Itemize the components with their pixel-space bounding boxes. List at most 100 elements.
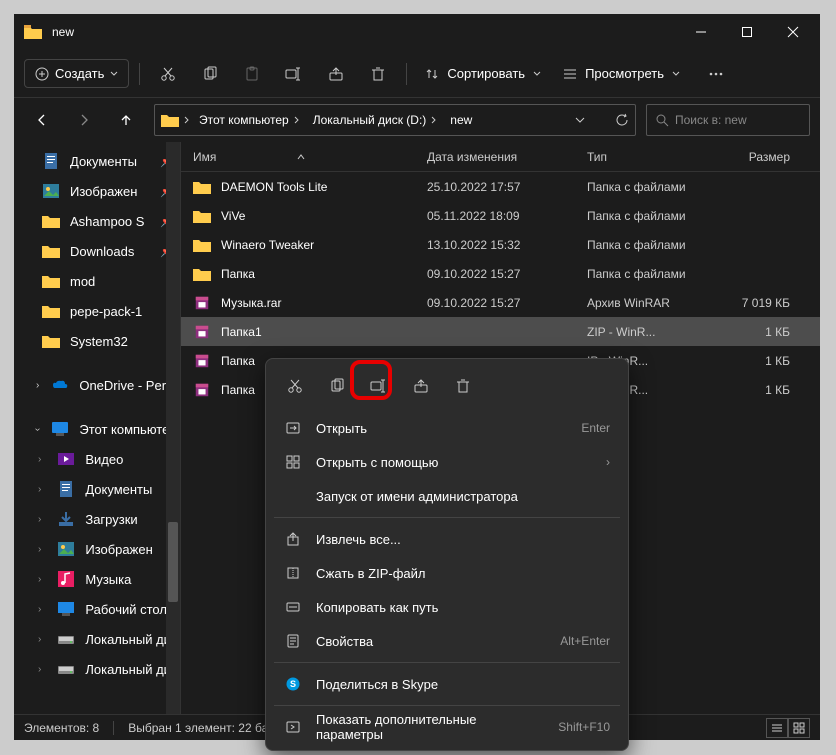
cut-button[interactable] <box>150 56 186 92</box>
sidebar-thispc[interactable]: ›Этот компьютер <box>14 414 180 444</box>
sidebar-scrollbar[interactable] <box>166 142 180 714</box>
sidebar-item[interactable]: Ashampoo S📌 <box>14 206 180 236</box>
scroll-thumb[interactable] <box>168 522 178 602</box>
ctx-more-options[interactable]: Показать дополнительные параметрыShift+F… <box>272 710 622 744</box>
thumbnails-view-button[interactable] <box>788 718 810 738</box>
paste-button[interactable] <box>234 56 270 92</box>
separator <box>139 63 140 85</box>
chevron-down-icon <box>110 70 118 78</box>
refresh-icon[interactable] <box>615 113 629 127</box>
ctx-extract[interactable]: Извлечь все... <box>272 522 622 556</box>
separator <box>274 517 620 518</box>
column-headers: Имя Дата изменения Тип Размер <box>181 142 820 172</box>
file-row[interactable]: Папка09.10.2022 15:27Папка с файлами <box>181 259 820 288</box>
separator <box>406 63 407 85</box>
chevron-down-icon <box>533 70 541 78</box>
copy-button[interactable] <box>192 56 228 92</box>
sidebar-item[interactable]: Изображен📌 <box>14 176 180 206</box>
minimize-button[interactable] <box>678 16 724 48</box>
extract-icon <box>284 530 302 548</box>
status-selected: Выбран 1 элемент: 22 байт <box>128 721 280 735</box>
search-input[interactable]: Поиск в: new <box>646 104 810 136</box>
titlebar: new <box>14 14 820 50</box>
open-with-icon <box>284 453 302 471</box>
breadcrumb-item[interactable]: new <box>446 111 476 129</box>
view-icon <box>563 67 577 81</box>
sidebar-item[interactable]: Downloads📌 <box>14 236 180 266</box>
sidebar-item[interactable]: pepe-pack-1 <box>14 296 180 326</box>
window-title: new <box>52 25 678 39</box>
search-placeholder: Поиск в: new <box>675 113 747 127</box>
ctx-compress[interactable]: Сжать в ZIP-файл <box>272 556 622 590</box>
view-label: Просмотреть <box>585 66 664 81</box>
sidebar-onedrive[interactable]: ›OneDrive - Perso <box>14 370 180 400</box>
sidebar-item[interactable]: ›Локальный ди <box>14 654 180 684</box>
file-row[interactable]: ViVe05.11.2022 18:09Папка с файлами <box>181 201 820 230</box>
details-view-button[interactable] <box>766 718 788 738</box>
separator <box>113 721 114 735</box>
breadcrumb-item[interactable]: Локальный диск (D:) <box>309 111 443 129</box>
sort-icon <box>425 67 439 81</box>
breadcrumb-item[interactable]: Этот компьютер <box>195 111 305 129</box>
header-date[interactable]: Дата изменения <box>427 150 587 164</box>
sort-label: Сортировать <box>447 66 525 81</box>
address-bar[interactable]: Этот компьютер Локальный диск (D:) new <box>154 104 636 136</box>
ellipsis-icon <box>708 66 724 82</box>
sort-button[interactable]: Сортировать <box>417 60 549 87</box>
create-label: Создать <box>55 66 104 81</box>
file-row[interactable]: Музыка.rar09.10.2022 15:27Архив WinRAR7 … <box>181 288 820 317</box>
sidebar-item[interactable]: ›Локальный ди <box>14 624 180 654</box>
file-row[interactable]: DAEMON Tools Lite25.10.2022 17:57Папка с… <box>181 172 820 201</box>
ctx-cut-button[interactable] <box>276 369 314 403</box>
sidebar-item[interactable]: ›Видео <box>14 444 180 474</box>
view-button[interactable]: Просмотреть <box>555 60 688 87</box>
ctx-share-button[interactable] <box>402 369 440 403</box>
share-button[interactable] <box>318 56 354 92</box>
create-button[interactable]: Создать <box>24 59 129 88</box>
ctx-properties[interactable]: СвойстваAlt+Enter <box>272 624 622 658</box>
file-row[interactable]: Winaero Tweaker13.10.2022 15:32Папка с ф… <box>181 230 820 259</box>
ctx-open-with[interactable]: Открыть с помощью› <box>272 445 622 479</box>
sort-up-icon <box>296 152 306 162</box>
separator <box>274 662 620 663</box>
header-type[interactable]: Тип <box>587 150 727 164</box>
sidebar-item[interactable]: ›Загрузки <box>14 504 180 534</box>
more-button[interactable] <box>698 56 734 92</box>
context-menu: ОткрытьEnter Открыть с помощью› Запуск о… <box>265 358 629 751</box>
properties-icon <box>284 632 302 650</box>
navigation-bar: Этот компьютер Локальный диск (D:) new П… <box>14 98 820 142</box>
sidebar-item[interactable]: mod <box>14 266 180 296</box>
sidebar-item[interactable]: ›Рабочий стол <box>14 594 180 624</box>
maximize-button[interactable] <box>724 16 770 48</box>
file-row[interactable]: Папка1ZIP - WinR...1 КБ <box>181 317 820 346</box>
ctx-skype[interactable]: SПоделиться в Skype <box>272 667 622 701</box>
sidebar-item[interactable]: ›Музыка <box>14 564 180 594</box>
folder-icon <box>24 25 42 39</box>
close-button[interactable] <box>770 16 816 48</box>
sidebar-item[interactable]: ›Изображен <box>14 534 180 564</box>
ctx-open[interactable]: ОткрытьEnter <box>272 411 622 445</box>
forward-button[interactable] <box>66 102 102 138</box>
header-size[interactable]: Размер <box>727 150 820 164</box>
ctx-run-admin[interactable]: Запуск от имени администратора <box>272 479 622 513</box>
plus-icon <box>35 67 49 81</box>
delete-button[interactable] <box>360 56 396 92</box>
up-button[interactable] <box>108 102 144 138</box>
rename-button[interactable] <box>276 56 312 92</box>
open-icon <box>284 419 302 437</box>
sidebar-item[interactable]: System32 <box>14 326 180 356</box>
sidebar-item[interactable]: Документы📌 <box>14 146 180 176</box>
skype-icon: S <box>284 675 302 693</box>
ctx-rename-button[interactable] <box>360 369 398 403</box>
ctx-copy-button[interactable] <box>318 369 356 403</box>
chevron-right-icon: › <box>606 455 610 469</box>
more-icon <box>284 718 302 736</box>
chevron-down-icon[interactable] <box>575 115 585 125</box>
folder-icon <box>161 113 179 127</box>
header-name[interactable]: Имя <box>181 150 427 164</box>
chevron-right-icon <box>183 116 191 124</box>
sidebar-item[interactable]: ›Документы <box>14 474 180 504</box>
ctx-delete-button[interactable] <box>444 369 482 403</box>
back-button[interactable] <box>24 102 60 138</box>
ctx-copy-path[interactable]: Копировать как путь <box>272 590 622 624</box>
